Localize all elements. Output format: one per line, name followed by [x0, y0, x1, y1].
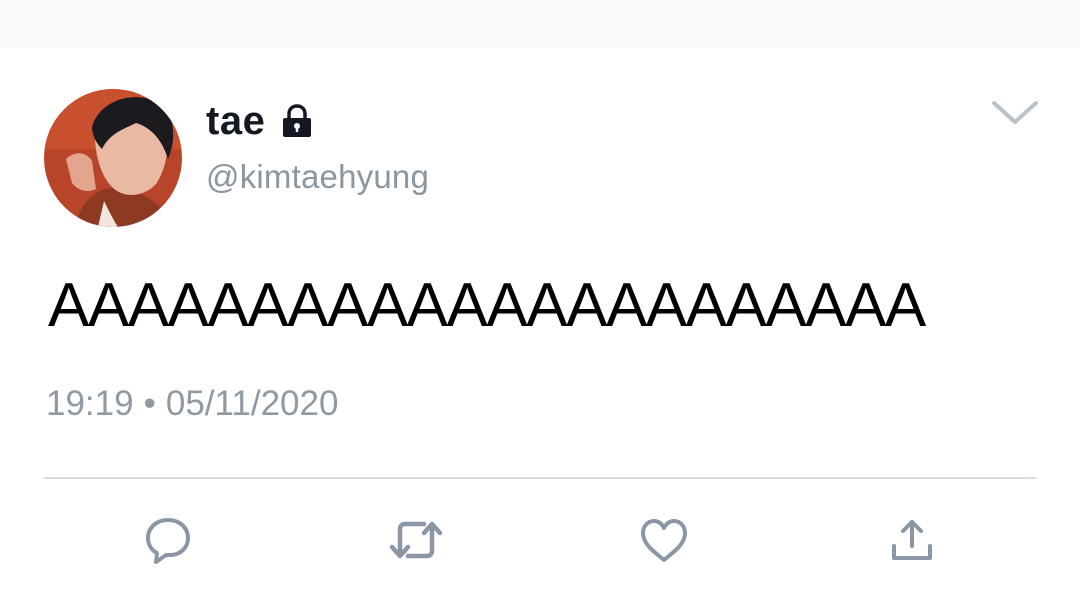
share-icon	[892, 520, 932, 560]
retweet-button[interactable]	[386, 514, 446, 566]
share-button[interactable]	[882, 514, 942, 566]
display-name[interactable]: tae	[206, 99, 265, 144]
tweet-card: tae @kimtaehyung AAAAAAAAAAAAAAAAAAAAAA …	[0, 0, 1080, 594]
timestamp[interactable]: 19:19 • 05/11/2020	[46, 384, 338, 424]
timestamp-separator: •	[143, 384, 156, 423]
heart-icon	[641, 519, 687, 562]
avatar[interactable]	[44, 89, 182, 227]
tweet-text: AAAAAAAAAAAAAAAAAAAAAA	[48, 271, 926, 340]
like-button[interactable]	[634, 514, 694, 566]
avatar-image	[44, 89, 182, 227]
user-handle[interactable]: @kimtaehyung	[206, 158, 429, 196]
divider	[44, 477, 1036, 479]
reply-button[interactable]	[138, 514, 198, 566]
chevron-down-icon[interactable]	[990, 98, 1040, 128]
lock-icon	[283, 104, 312, 137]
retweet-icon	[389, 521, 443, 559]
tweet-date: 05/11/2020	[165, 384, 339, 423]
name-row: tae	[206, 98, 315, 144]
reply-icon	[146, 518, 190, 564]
tweet-time: 19:19	[46, 384, 134, 423]
